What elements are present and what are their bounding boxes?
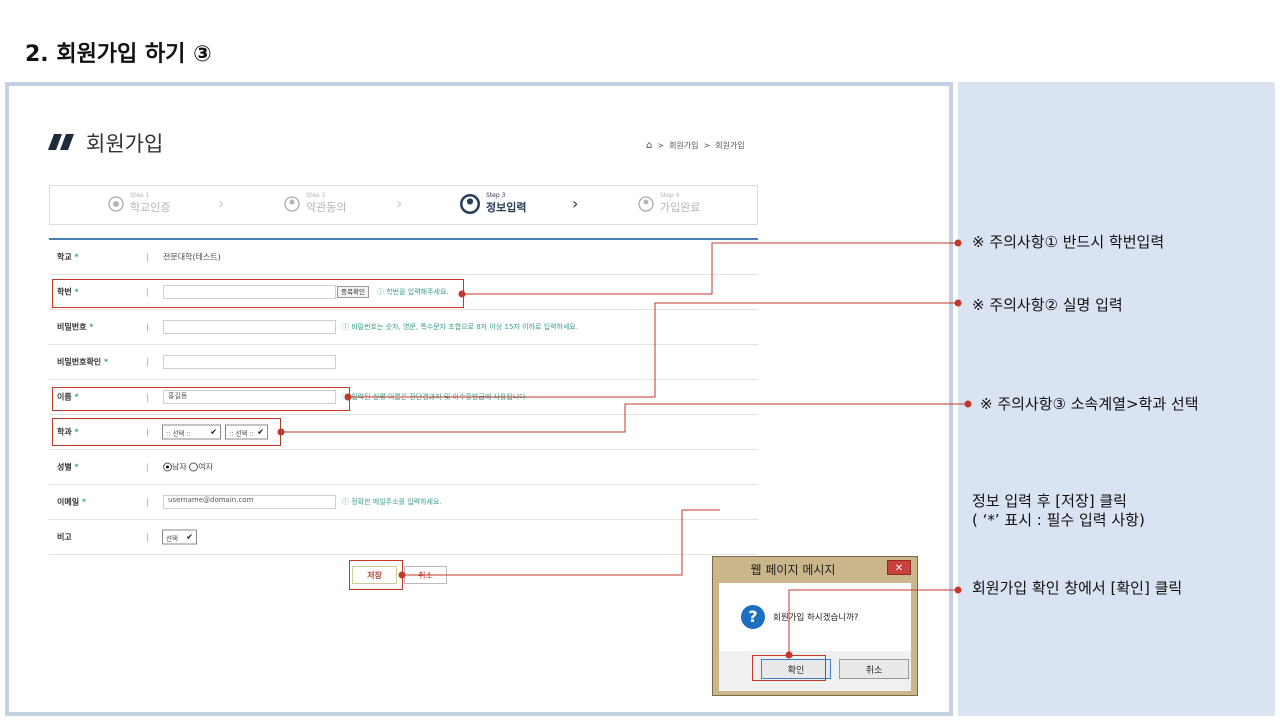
logo-stripes-icon: [48, 134, 74, 150]
school-value: 전문대학(테스트): [163, 252, 221, 262]
home-icon[interactable]: ⌂: [646, 140, 652, 151]
email-hint: ⓘ 정확한 메일주소를 입력하세요.: [342, 498, 442, 506]
step-label: 약관동의: [306, 201, 347, 214]
breadcrumb-item: 회원가입: [715, 141, 745, 150]
highlight-student-id: [52, 279, 464, 308]
step-arrow-icon: ›: [396, 194, 403, 213]
step-number: Step 1: [130, 192, 150, 199]
breadcrumb-item[interactable]: 회원가입: [669, 140, 698, 151]
password-confirm-input[interactable]: [163, 355, 336, 369]
step-number: Step 2: [306, 192, 326, 199]
gender-options: 남자 여자: [163, 462, 213, 473]
annotation-note4: 정보 입력 후 [저장] 클릭 ( ‘*’ 표시 : 필수 입력 사항): [972, 492, 1145, 530]
step-number: Step 4: [660, 192, 680, 199]
step-number: Step 3: [486, 192, 506, 199]
row-password: 비밀번호 * | ⓘ 비밀번호는 숫자, 영문, 특수문자 조합으로 8자 이상…: [49, 310, 758, 345]
row-note: 비고 | 선택 ✔: [49, 520, 758, 555]
highlight-save: [349, 560, 403, 590]
gender-female-radio[interactable]: [189, 462, 199, 472]
step-4: Step 4 가입완료: [638, 192, 700, 215]
breadcrumb: ⌂ > 회원가입 > 회원가입: [646, 140, 745, 151]
step-label: 정보입력: [486, 201, 527, 214]
step-arrow-icon: ›: [218, 194, 225, 213]
close-icon[interactable]: ✕: [887, 560, 911, 575]
password-input[interactable]: [163, 320, 336, 334]
chevron-down-icon: ✔: [186, 532, 193, 542]
step-label: 가입완료: [660, 201, 701, 214]
slide-title: 2. 회원가입 하기 ③: [25, 42, 212, 67]
row-gender: 성별 * | 남자 여자: [49, 450, 758, 485]
cancel-button[interactable]: 취소: [404, 566, 447, 584]
highlight-confirm: [752, 655, 826, 681]
required-mark: *: [74, 252, 79, 262]
row-email: 이메일 * | username@domain.com ⓘ 정확한 메일주소를 …: [49, 485, 758, 520]
note-select[interactable]: 선택 ✔: [162, 529, 197, 545]
user-done-icon: [638, 195, 654, 212]
school-badge-icon: [108, 195, 124, 212]
annotation-note4-line2: ( ‘*’ 표시 : 필수 입력 사항): [972, 511, 1145, 529]
user-check-icon: [284, 195, 300, 212]
required-mark: *: [103, 357, 109, 367]
annotation-note3: ※ 주의사항③ 소속계열>학과 선택: [980, 395, 1199, 413]
required-mark: *: [89, 322, 94, 332]
field-label: 비고: [57, 532, 72, 542]
step-label: 학교인증: [130, 201, 171, 214]
email-input[interactable]: username@domain.com: [163, 495, 336, 509]
gender-male-radio[interactable]: [163, 462, 172, 472]
row-school: 학교 * | 전문대학(테스트): [49, 240, 758, 275]
password-hint: ⓘ 비밀번호는 숫자, 영문, 특수문자 조합으로 8자 이상 15자 이하로 …: [342, 323, 579, 331]
field-label: 성별: [57, 462, 72, 472]
field-label: 비밀번호확인: [57, 357, 102, 367]
step-2: Step 2 약관동의: [284, 192, 346, 215]
required-mark: *: [74, 462, 79, 472]
required-mark: *: [81, 497, 87, 507]
step-3: Step 3 정보입력: [460, 192, 526, 215]
annotation-note1: ※ 주의사항① 반드시 학번입력: [972, 233, 1165, 251]
step-1: Step 1 학교인증: [108, 192, 170, 215]
user-edit-icon: [460, 193, 480, 214]
row-password-confirm: 비밀번호확인 * |: [49, 345, 758, 380]
annotation-note2: ※ 주의사항② 실명 입력: [972, 296, 1123, 314]
field-label: 학교: [57, 252, 72, 262]
name-hint: ⓘ 입력된 실명 이름은 진단결과지 및 이수증발급에 사용됩니다.: [342, 393, 528, 401]
dialog-message: 회원가입 하시겠습니까?: [773, 613, 859, 623]
page-title: 회원가입: [86, 132, 164, 156]
annotation-note4-line1: 정보 입력 후 [저장] 클릭: [972, 492, 1127, 510]
field-label: 비밀번호: [57, 322, 87, 332]
field-label: 이메일: [57, 497, 80, 507]
dialog-cancel-button[interactable]: 취소: [839, 659, 909, 679]
step-arrow-icon: ›: [572, 194, 579, 213]
question-icon: ?: [741, 605, 765, 629]
dialog-title: 웹 페이지 메시지: [750, 563, 836, 577]
annotation-note5: 회원가입 확인 창에서 [확인] 클릭: [972, 579, 1183, 597]
highlight-department: [52, 418, 281, 446]
step-indicator: Step 1 학교인증 › Step 2 약관동의 › Step 3 정보입력 › S…: [49, 185, 758, 225]
highlight-name: [52, 387, 350, 411]
